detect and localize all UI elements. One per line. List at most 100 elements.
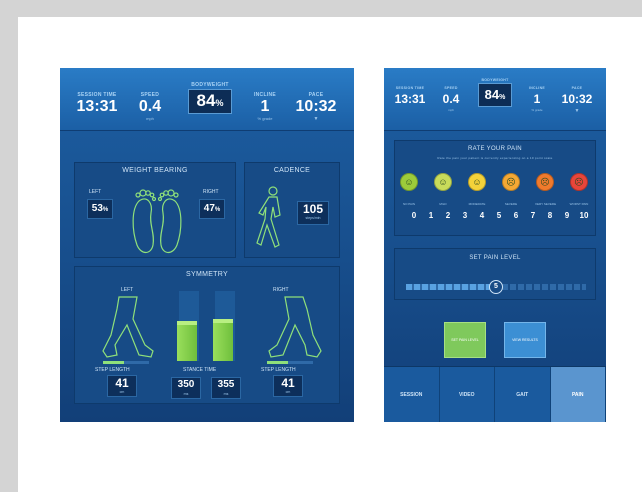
stance-right-bar: [213, 319, 233, 361]
pain-face-3-icon[interactable]: ☹: [502, 173, 520, 191]
tab-session[interactable]: SESSION: [384, 367, 440, 422]
right-step-length-value: 41: [281, 376, 295, 390]
incline-unit: % grade: [531, 108, 543, 112]
pain-face-label: WORST PAIN: [569, 202, 589, 206]
cadence-title: CADENCE: [273, 167, 311, 174]
incline-value: 1: [533, 92, 541, 106]
weight-right-unit: %: [214, 207, 221, 213]
pain-face-5-icon[interactable]: ☹: [570, 173, 588, 191]
left-step-bar: [103, 361, 149, 364]
symmetry-left-label: LEFT: [121, 287, 134, 293]
incline-value: 1: [260, 98, 270, 115]
pace-arrow-icon: ▼: [574, 108, 580, 114]
bodyweight-value: 84: [196, 91, 216, 110]
weight-left-box: 53%: [87, 199, 113, 219]
stance-right-box: 355 ms: [211, 377, 241, 399]
symmetry-panel: SYMMETRY LEFT RIGHT STEP LENGTH STANCE T…: [74, 266, 340, 404]
session-time-value: 13:31: [394, 92, 426, 106]
pain-face-label: NO PAIN: [402, 202, 416, 206]
pain-face-label: MODERATE: [468, 202, 486, 206]
left-leg-stride-icon: [102, 296, 154, 358]
gait-dashboard-screen: SESSION TIME 13:31 SPEED 0.4 mph BODYWEI…: [60, 68, 354, 422]
bodyweight-unit: %: [499, 94, 506, 101]
symmetry-title: SYMMETRY: [186, 271, 228, 278]
set-pain-level-button[interactable]: SET PAIN LEVEL: [444, 322, 486, 358]
bodyweight-box[interactable]: 84%: [477, 83, 513, 107]
right-step-length-unit: cm: [285, 390, 291, 394]
speed-unit: mph: [448, 108, 454, 112]
pain-scale-number[interactable]: 0: [408, 211, 420, 220]
speed-unit: mph: [146, 116, 154, 121]
tab-pain[interactable]: PAIN: [550, 367, 606, 422]
pain-scale-number[interactable]: 6: [510, 211, 522, 220]
bodyweight-value: 84: [484, 87, 500, 102]
cadence-box: 105 steps/min: [297, 201, 329, 225]
incline-unit: % grade: [257, 116, 273, 121]
left-step-length-value: 41: [115, 376, 129, 390]
set-pain-title: SET PAIN LEVEL: [469, 255, 521, 261]
pain-scale-number[interactable]: 4: [476, 211, 488, 220]
stance-right-value: 355: [217, 379, 235, 390]
incline-stat: INCLINE 1 % grade: [250, 92, 280, 121]
pain-face-0-icon[interactable]: ☺: [400, 173, 418, 191]
stance-left-value: 350: [177, 379, 195, 390]
incline-stat: INCLINE 1 % grade: [524, 86, 550, 112]
right-step-length-label: STEP LENGTH: [261, 367, 296, 373]
right-step-bar: [267, 361, 313, 364]
view-results-button[interactable]: VIEW RESULTS: [504, 322, 546, 358]
pace-arrow-icon: ▼: [313, 116, 319, 122]
pain-scale-number[interactable]: 9: [561, 211, 573, 220]
rate-pain-subtitle: Rate the pain your patient is currently …: [437, 156, 553, 160]
symmetry-right-label: RIGHT: [273, 287, 289, 293]
stance-right-unit: ms: [223, 392, 229, 396]
weight-left-unit: %: [102, 207, 109, 213]
left-step-length-unit: cm: [119, 390, 125, 394]
pain-rating-screen: SESSION TIME 13:31 SPEED 0.4 mph BODYWEI…: [384, 68, 606, 422]
header-stats: SESSION TIME 13:31 SPEED 0.4 mph BODYWEI…: [384, 68, 606, 131]
right-leg-stride-icon: [268, 296, 322, 358]
pace-stat: PACE 10:32 ▼: [556, 86, 598, 114]
left-step-length-box: 41 cm: [107, 375, 137, 397]
session-time-stat: SESSION TIME 13:31: [390, 86, 430, 108]
pain-scale-number[interactable]: 10: [578, 211, 590, 220]
cadence-panel: CADENCE 105 steps/min: [244, 162, 340, 258]
pain-face-label: VERY SEVERE: [535, 202, 557, 206]
pain-face-label: SEVERE: [504, 202, 518, 206]
pain-scale-number[interactable]: 5: [493, 211, 505, 220]
pain-face-4-icon[interactable]: ☹: [536, 173, 554, 191]
pain-face-1-icon[interactable]: ☺: [434, 173, 452, 191]
session-time-value: 13:31: [76, 98, 118, 115]
left-step-bar-fill: [103, 361, 124, 364]
bodyweight-label: BODYWEIGHT: [481, 78, 509, 82]
pain-slider-knob[interactable]: 5: [489, 280, 503, 294]
pain-scale-number[interactable]: 2: [442, 211, 454, 220]
bodyweight-unit: %: [215, 98, 224, 108]
feet-icon: [132, 189, 182, 254]
speed-value: 0.4: [138, 98, 162, 115]
weight-bearing-panel: WEIGHT BEARING LEFT 53% RIGHT 47%: [74, 162, 236, 258]
weight-left-label: LEFT: [89, 189, 102, 195]
weight-right-label: RIGHT: [203, 189, 219, 195]
pain-scale-number[interactable]: 3: [459, 211, 471, 220]
right-step-bar-fill: [267, 361, 288, 364]
right-step-length-box: 41 cm: [273, 375, 303, 397]
tab-video[interactable]: VIDEO: [440, 367, 495, 422]
pain-scale-number[interactable]: 7: [527, 211, 539, 220]
pain-scale-number[interactable]: 8: [544, 211, 556, 220]
tab-gait[interactable]: GAIT: [495, 367, 551, 422]
weight-left-value: 53: [91, 203, 103, 214]
pace-stat: PACE 10:32 ▼: [292, 92, 340, 122]
pain-face-2-icon[interactable]: ☺: [468, 173, 486, 191]
stance-time-label: STANCE TIME: [183, 367, 217, 373]
bodyweight-box[interactable]: 84%: [187, 89, 233, 114]
pain-face-label: MILD: [439, 202, 447, 206]
left-step-length-label: STEP LENGTH: [95, 367, 130, 373]
pain-scale-number[interactable]: 1: [425, 211, 437, 220]
bodyweight-label: BODYWEIGHT: [191, 82, 229, 88]
cadence-value: 105: [302, 202, 324, 216]
stance-left-bar: [177, 321, 197, 361]
bodyweight-stat: BODYWEIGHT 84%: [178, 82, 242, 114]
pain-faces-row: ☺ ☺ ☺ ☹ ☹ ☹: [400, 173, 590, 193]
weight-bearing-title: WEIGHT BEARING: [122, 167, 188, 174]
speed-value: 0.4: [442, 92, 460, 106]
